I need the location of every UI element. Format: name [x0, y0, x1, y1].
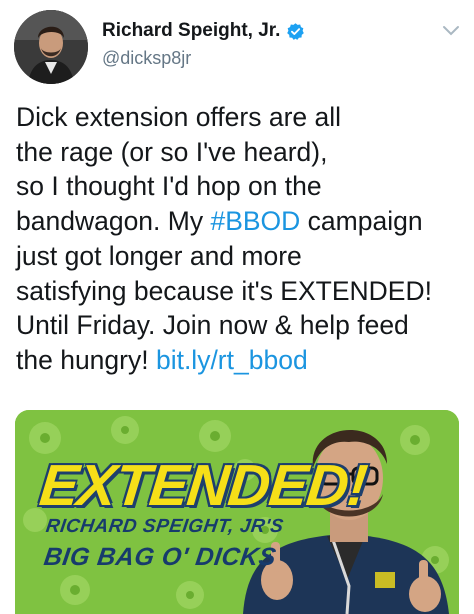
media-headline: EXTENDED!: [36, 453, 370, 518]
url-link[interactable]: bit.ly/rt_bbod: [156, 345, 308, 375]
avatar-photo: [14, 10, 88, 84]
display-name[interactable]: Richard Speight, Jr.: [102, 20, 280, 42]
tweet-line: just got longer and more: [16, 240, 302, 271]
tweet-line: the rage (or so I've heard),: [16, 136, 328, 167]
user-name-row: Richard Speight, Jr.: [102, 20, 305, 42]
tweet-line: bandwagon. My #BBOD campaign: [16, 204, 466, 239]
hashtag-link[interactable]: #BBOD: [210, 206, 300, 236]
media-subline: BIG BAG O' DICKS: [42, 543, 279, 571]
tweet-text-fragment: campaign: [300, 206, 423, 237]
tweet-line: Until Friday. Join now & help feed: [16, 310, 409, 341]
media-subline: RICHARD SPEIGHT, JR'S: [44, 516, 285, 537]
tweet-text-fragment: bandwagon. My: [16, 206, 211, 237]
tweet-line: satisfying because it's EXTENDED!: [16, 275, 432, 306]
tweet-line: so I thought I'd hop on the: [16, 171, 322, 202]
verified-badge-icon: [286, 22, 305, 41]
tweet-text-fragment: the hungry!: [16, 344, 156, 375]
tweet-line: Dick extension offers are all: [16, 102, 342, 132]
tweet-line: the hungry! bit.ly/rt_bbod: [16, 343, 466, 378]
chevron-down-icon[interactable]: [442, 24, 460, 36]
user-handle[interactable]: @dicksp8jr: [102, 48, 191, 69]
tweet-text: Dick extension offers are all the rage (…: [16, 100, 466, 378]
avatar[interactable]: [14, 10, 88, 84]
